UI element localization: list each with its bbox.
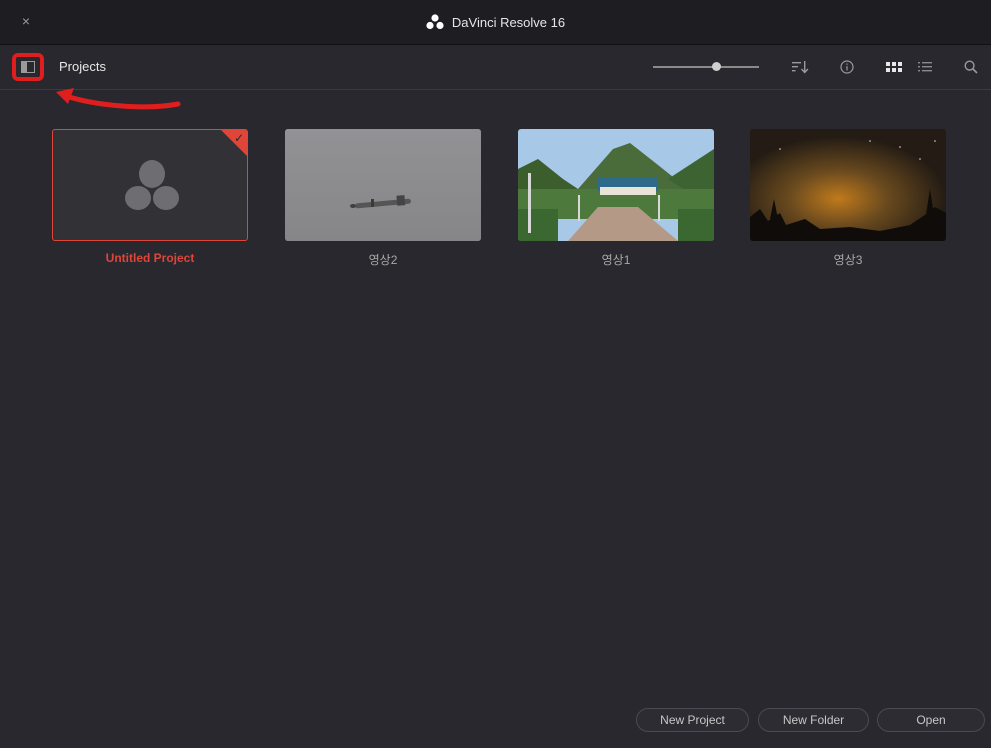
thumbnail-zoom-slider[interactable] (653, 62, 759, 71)
project-name: 영상3 (833, 253, 863, 267)
davinci-placeholder-icon (125, 160, 179, 210)
project-thumbnail[interactable]: ✓ (52, 129, 248, 241)
checkmark-icon: ✓ (233, 131, 244, 145)
title-bar: × DaVinci Resolve 16 (0, 0, 991, 45)
sidebar-toggle-icon (21, 61, 35, 73)
slider-knob[interactable] (712, 62, 722, 71)
open-button[interactable]: Open (877, 708, 985, 732)
project-thumbnail[interactable] (285, 129, 481, 241)
new-project-button[interactable]: New Project (636, 708, 749, 732)
night-sky-thumbnail-image (750, 129, 946, 241)
grid-view-icon[interactable] (884, 58, 904, 76)
project-thumbnail[interactable] (518, 129, 714, 241)
davinci-logo-icon (426, 14, 444, 30)
project-card[interactable]: 영상3 (750, 129, 946, 269)
search-icon[interactable] (961, 58, 981, 76)
project-name: Untitled Project (105, 251, 195, 265)
project-thumbnail[interactable] (750, 129, 946, 241)
projects-label: Projects (59, 59, 106, 74)
project-card[interactable]: ✓ Untitled Project (52, 129, 248, 269)
project-card[interactable]: 영상1 (518, 129, 714, 269)
sidebar-toggle-button[interactable] (12, 53, 44, 81)
new-folder-button[interactable]: New Folder (758, 708, 869, 732)
missile-thumbnail-image (285, 129, 481, 241)
annotation-arrow (56, 88, 181, 110)
toolbar: Projects (0, 45, 991, 90)
app-title: DaVinci Resolve 16 (0, 0, 991, 44)
project-name: 영상1 (601, 253, 631, 267)
list-view-icon[interactable] (915, 58, 935, 76)
blue-house-thumbnail-image (518, 129, 714, 241)
window-title: DaVinci Resolve 16 (451, 14, 566, 30)
info-icon[interactable] (837, 58, 857, 76)
project-name: 영상2 (368, 253, 398, 267)
sort-icon[interactable] (790, 58, 810, 76)
project-card[interactable]: 영상2 (285, 129, 481, 269)
